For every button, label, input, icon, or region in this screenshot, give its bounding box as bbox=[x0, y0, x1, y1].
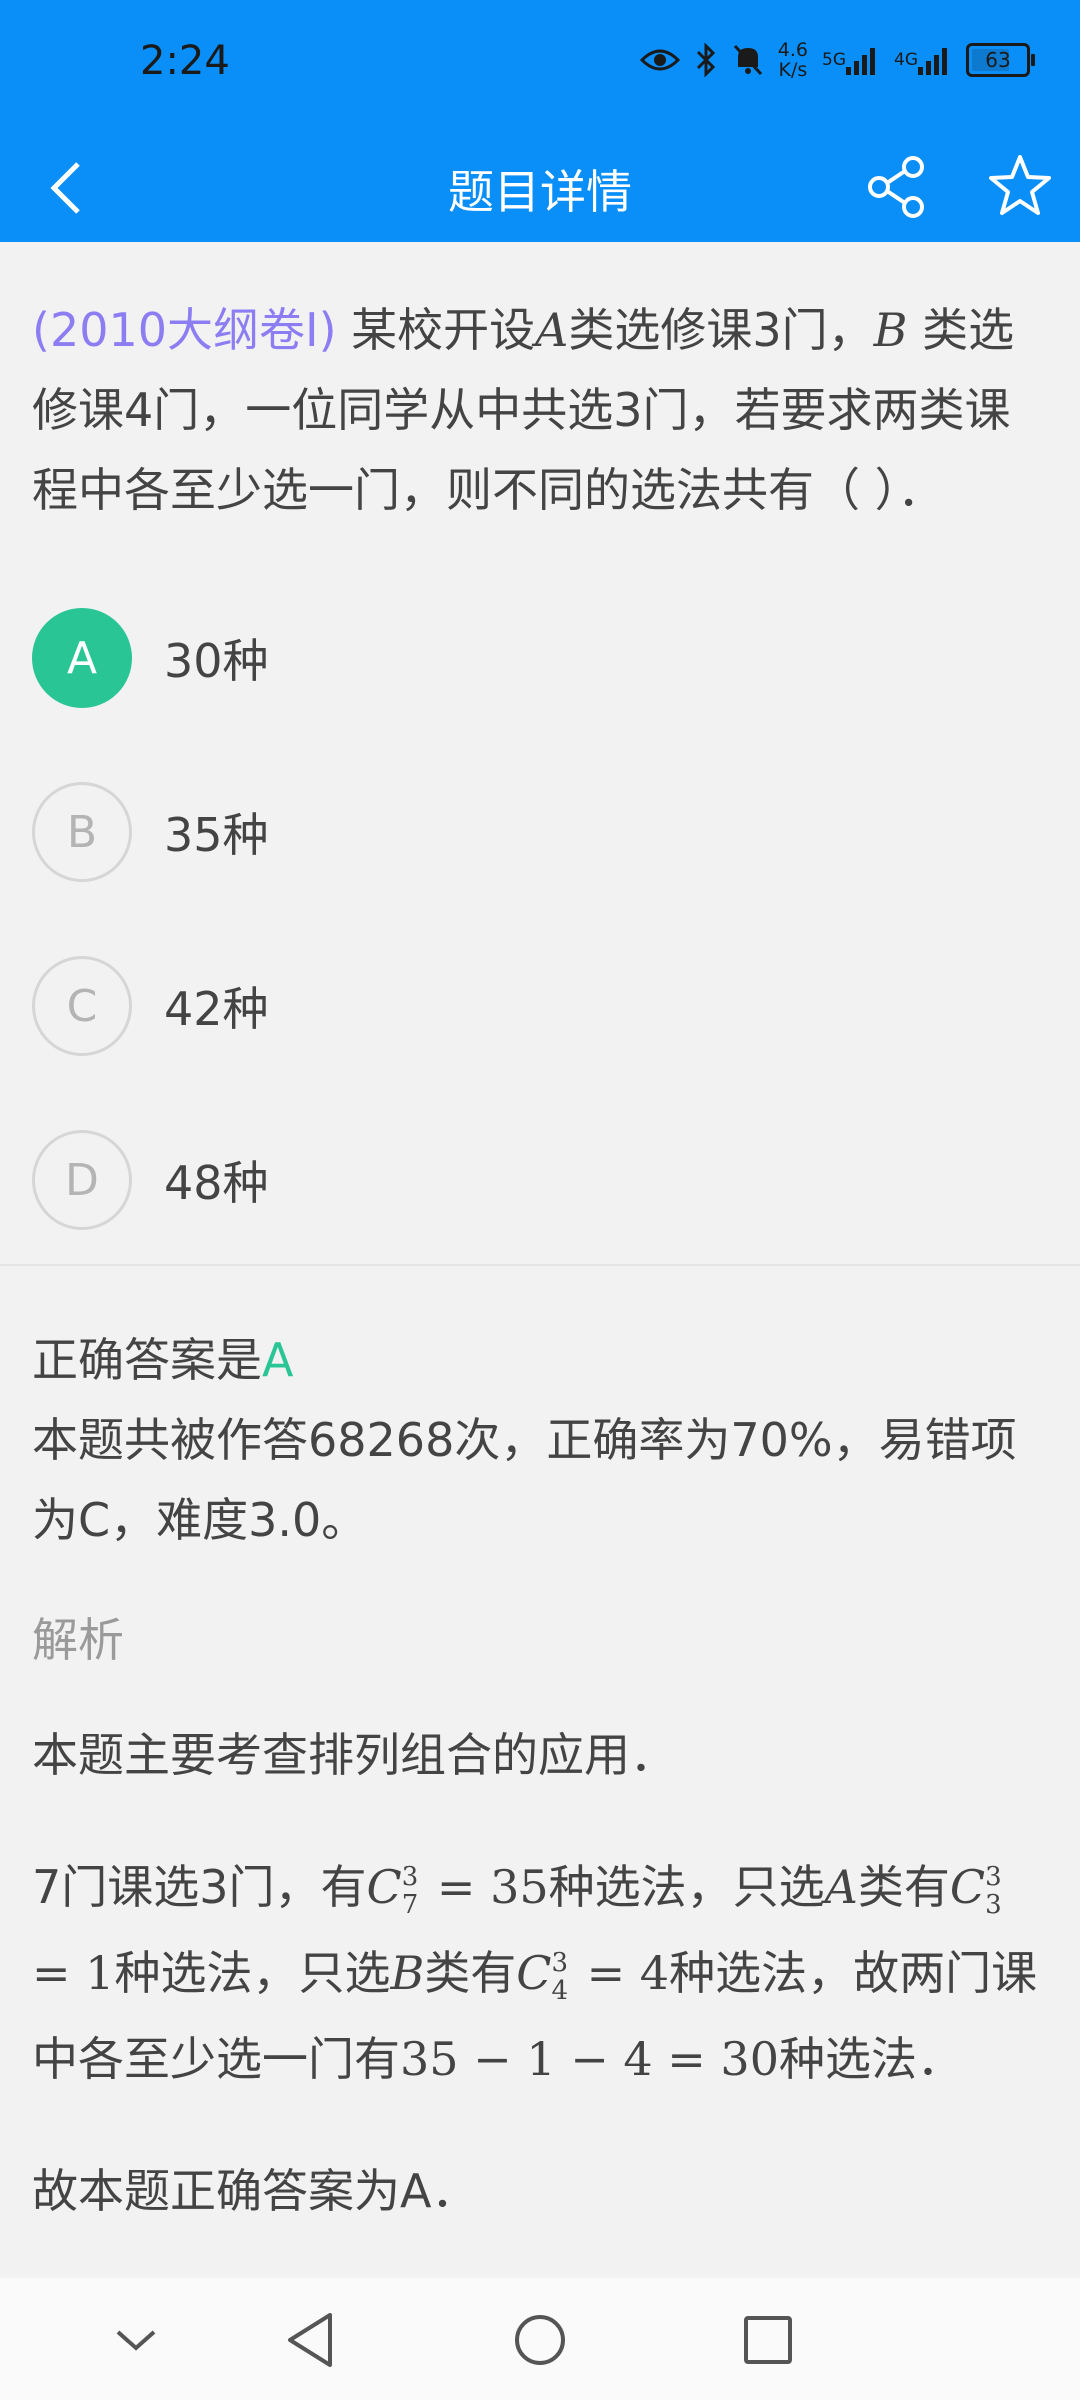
combination-c73: C37 = 35 bbox=[366, 1860, 549, 1919]
option-letter: A bbox=[32, 608, 132, 708]
math-var: C bbox=[949, 1860, 986, 1914]
battery-icon: 63 bbox=[966, 43, 1035, 77]
speed-unit: K/s bbox=[778, 59, 808, 81]
network-label-2: 4G bbox=[894, 50, 918, 70]
answer-section: 正确答案是A 本题共被作答68268次，正确率为70%，易错项为C，难度3.0。 bbox=[32, 1320, 1048, 1560]
network-speed: 4.6 K/s bbox=[778, 40, 808, 80]
analysis-paragraph-1: 本题主要考查排列组合的应用． bbox=[32, 1728, 676, 1782]
sup: 3 bbox=[551, 1948, 568, 1978]
analysis-paragraph-2: 7门课选3门，有C 3 7 = 35种选法，只选A类有C 3 3 = 1种选法，只选B类… bbox=[32, 1844, 1048, 2102]
math-var: C bbox=[516, 1946, 552, 2000]
option-d[interactable]: D 48种 bbox=[32, 1128, 932, 1232]
correct-answer: 正确答案是A bbox=[32, 1320, 1048, 1400]
option-letter: D bbox=[32, 1130, 132, 1230]
option-a[interactable]: A 30种 bbox=[32, 606, 932, 710]
math-var: B bbox=[873, 303, 908, 357]
nav-collapse-button[interactable] bbox=[104, 2308, 168, 2372]
signal-5g-icon: 5G bbox=[822, 45, 880, 75]
eye-icon bbox=[639, 46, 680, 74]
text-part: 种选法，只选 bbox=[548, 1860, 825, 1914]
circle-home-icon bbox=[515, 2315, 565, 2365]
analysis-title: 解析 bbox=[32, 1613, 124, 1667]
favorite-button[interactable] bbox=[984, 150, 1056, 222]
text-part: 类有 bbox=[857, 1860, 950, 1914]
option-text: 42种 bbox=[164, 982, 269, 1036]
text-part: 种选法． bbox=[778, 2032, 963, 2086]
sup: 3 bbox=[401, 1862, 419, 1892]
sub: 7 bbox=[401, 1890, 419, 1920]
question-text: (2010大纲卷I) 某校开设A类选修课3门，B 类选修课4门，一位同学从中共选… bbox=[32, 290, 1048, 530]
analysis-paragraph-3: 故本题正确答案为A． bbox=[32, 2164, 478, 2218]
option-text: 48种 bbox=[164, 1156, 269, 1210]
status-icons: 4.6 K/s 5G 4G 63 bbox=[639, 40, 1035, 80]
math-var: A bbox=[535, 303, 569, 357]
nav-home-button[interactable] bbox=[508, 2308, 572, 2372]
header-bar: 题目详情 bbox=[0, 134, 1080, 242]
text-part: 7门课选3门，有 bbox=[32, 1860, 367, 1914]
equation: = 35 bbox=[422, 1860, 549, 1914]
calculation: 35 − 1 − 4 = 30 bbox=[400, 2032, 779, 2086]
network-label-1: 5G bbox=[822, 50, 846, 70]
text-part: 种选法，只选 bbox=[114, 1946, 391, 2000]
math-var: B bbox=[390, 1946, 425, 2000]
speed-value: 4.6 bbox=[777, 39, 808, 61]
star-outline-icon bbox=[989, 155, 1051, 215]
sup: 3 bbox=[985, 1862, 1002, 1892]
signal-4g-icon: 4G bbox=[894, 45, 952, 75]
question-part: 某校开设 bbox=[336, 303, 536, 357]
option-text: 35种 bbox=[164, 808, 269, 862]
answer-stats: 本题共被作答68268次，正确率为70%，易错项为C，难度3.0。 bbox=[32, 1413, 1017, 1547]
question-source: (2010大纲卷I) bbox=[32, 303, 337, 357]
combination-c43: C34 = 4 bbox=[516, 1946, 670, 2005]
section-divider bbox=[0, 1264, 1080, 1266]
math-var: A bbox=[824, 1860, 858, 1914]
option-b[interactable]: B 35种 bbox=[32, 780, 932, 884]
share-button[interactable] bbox=[862, 152, 932, 222]
question-part: 类选修课3门， bbox=[568, 303, 874, 357]
triangle-back-icon bbox=[288, 2313, 332, 2367]
system-nav-bar bbox=[0, 2278, 1080, 2400]
mute-bell-icon bbox=[732, 43, 764, 77]
nav-recents-button[interactable] bbox=[736, 2308, 800, 2372]
sub: 4 bbox=[551, 1976, 568, 2006]
math-var: C bbox=[366, 1860, 402, 1914]
option-letter: C bbox=[32, 956, 132, 1056]
correct-answer-label: 正确答案是 bbox=[32, 1333, 262, 1387]
equation: = 4 bbox=[572, 1946, 670, 2000]
square-recents-icon bbox=[744, 2316, 792, 2364]
bluetooth-icon bbox=[694, 43, 718, 77]
sub: 3 bbox=[985, 1890, 1002, 1920]
status-time: 2:24 bbox=[140, 38, 230, 84]
equation: = 1 bbox=[32, 1946, 115, 2000]
option-text: 30种 bbox=[164, 634, 269, 688]
status-bar: 2:24 4.6 K/s 5G 4G 63 bbox=[0, 0, 1080, 134]
battery-level: 63 bbox=[985, 48, 1011, 72]
chevron-down-icon bbox=[116, 2330, 156, 2351]
correct-answer-letter: A bbox=[262, 1333, 294, 1387]
option-c[interactable]: C 42种 bbox=[32, 954, 932, 1058]
option-letter: B bbox=[32, 782, 132, 882]
nav-back-button[interactable] bbox=[278, 2308, 342, 2372]
share-icon bbox=[868, 156, 924, 218]
text-part: 类有 bbox=[424, 1946, 517, 2000]
